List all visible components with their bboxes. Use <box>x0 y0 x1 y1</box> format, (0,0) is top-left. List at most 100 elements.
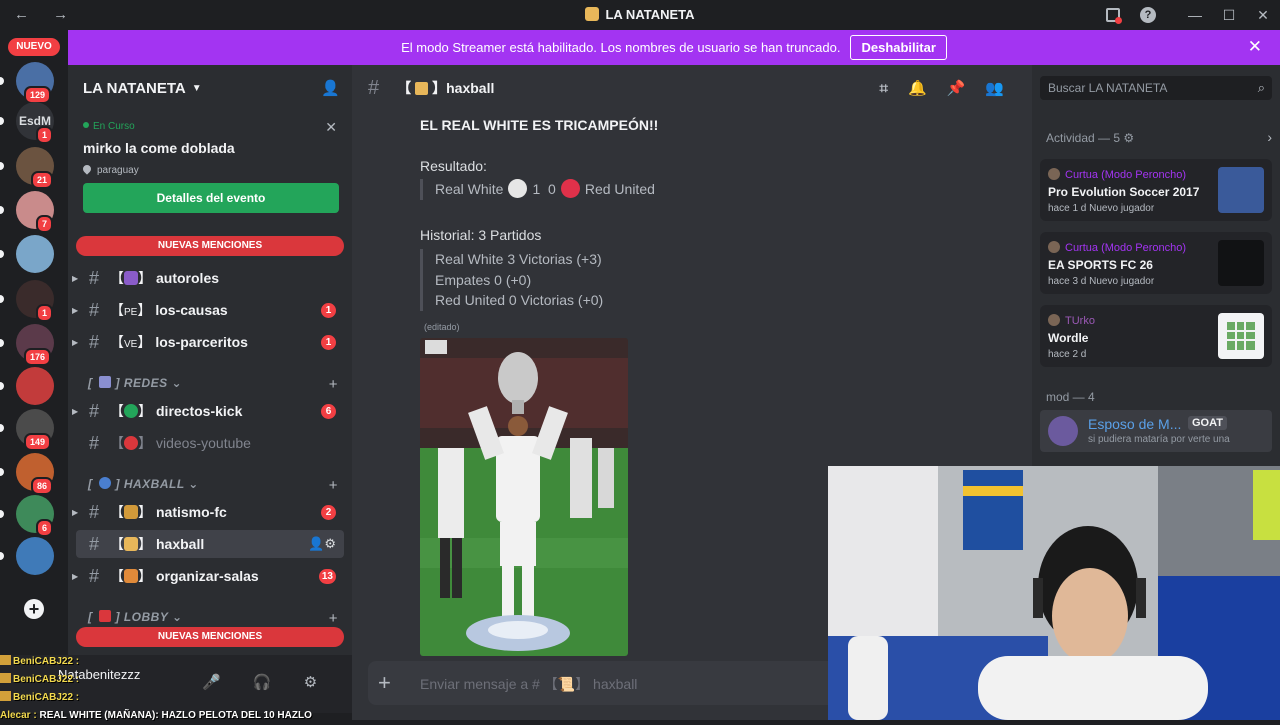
channel-emoji-icon: 【】 <box>110 270 152 286</box>
activity-card[interactable]: TUrko Wordle hace 2 d <box>1040 305 1272 367</box>
title-bar: ← → LA NATANETA ? — ☐ ✕ <box>0 0 1280 30</box>
add-server-icon[interactable]: + <box>24 599 44 619</box>
unread-pill <box>0 295 4 303</box>
category-redes[interactable]: [] REDES ⌄ + <box>88 376 344 396</box>
hash-icon: # <box>88 267 99 288</box>
category-emoji-icon <box>98 477 111 489</box>
server-logo-icon <box>585 7 600 21</box>
score-a: 1 <box>532 181 541 197</box>
activity-header[interactable]: Actividad — 5 ⚙ › <box>1046 129 1272 145</box>
wordle-grid-icon <box>1227 322 1255 350</box>
unread-pill <box>0 468 4 476</box>
user-avatar <box>1048 241 1060 253</box>
channel-autoroles[interactable]: ▶ # 【】 autoroles <box>72 264 344 292</box>
gear-icon[interactable]: ⚙ <box>1123 131 1134 145</box>
chat-badge-icon <box>0 655 11 665</box>
search-icon: ⌕ <box>1257 80 1265 95</box>
channel-name: videos-youtube <box>156 435 251 451</box>
channel-title: haxball <box>446 80 495 96</box>
member-item[interactable]: Esposo de M... GOAT si pudiera mataría p… <box>1040 410 1272 452</box>
channel-emoji-icon: 【】 <box>110 568 152 584</box>
user-avatar <box>1048 314 1060 326</box>
composer-placeholder[interactable]: Enviar mensaje a # 【📜】 haxball <box>420 674 637 694</box>
add-channel-icon[interactable]: + <box>329 376 338 393</box>
close-banner-icon[interactable]: ✕ <box>1248 37 1262 57</box>
window-title: LA NATANETA <box>0 7 1280 22</box>
hash-icon: # <box>88 533 99 554</box>
new-badge[interactable]: NUEVO <box>8 38 60 56</box>
red-ball-icon <box>560 179 580 198</box>
collapse-arrow-icon: ▶ <box>72 507 79 517</box>
server-icon[interactable] <box>16 235 54 273</box>
category-haxball[interactable]: [] HAXBALL ⌄ + <box>88 477 344 497</box>
activity-user-name: Curtua (Modo Peroncho) <box>1065 242 1187 254</box>
help-icon[interactable]: ? <box>1140 7 1156 23</box>
activity-card[interactable]: Curtua (Modo Peroncho) Pro Evolution Soc… <box>1040 159 1272 221</box>
activity-card[interactable]: Curtua (Modo Peroncho) EA SPORTS FC 26 h… <box>1040 232 1272 294</box>
channel-emoji-icon: 【】 <box>110 403 152 419</box>
new-mentions-pill-bottom[interactable]: NUEVAS MENCIONES <box>76 627 344 647</box>
result-label: Resultado: <box>420 158 487 174</box>
minimize-button[interactable]: — <box>1178 7 1212 23</box>
channel-los-causas[interactable]: ▶ # 【PE】 los-causas 1 <box>72 296 344 324</box>
header-tools-icons[interactable]: ⌗🔔📌👥 <box>880 79 1024 97</box>
activity-title: Actividad — 5 <box>1046 131 1121 145</box>
banner-text: El modo Streamer está habilitado. Los no… <box>401 40 841 55</box>
channel-videos-youtube[interactable]: # 【】 videos-youtube <box>76 429 344 457</box>
channel-settings-icons[interactable]: 👤⚙ <box>308 536 336 552</box>
chat-user: BeniCABJ22 : <box>13 674 80 685</box>
hash-icon: # <box>88 299 99 320</box>
streamer-mode-banner: El modo Streamer está habilitado. Los no… <box>68 30 1280 65</box>
close-window-button[interactable]: ✕ <box>1246 7 1280 24</box>
category-name: HAXBALL <box>123 477 185 491</box>
channel-haxball[interactable]: # 【】 haxball 👤⚙ <box>76 530 344 558</box>
channel-natismo-fc[interactable]: ▶ # 【】 natismo-fc 2 <box>72 498 344 526</box>
trophy-photo[interactable] <box>420 338 628 656</box>
trophy-photo-art <box>420 338 628 656</box>
maximize-button[interactable]: ☐ <box>1212 7 1246 24</box>
hash-icon: # <box>88 565 99 586</box>
channel-name: autoroles <box>156 270 220 286</box>
edited-tag: (editado) <box>424 322 460 332</box>
unread-badge: 2 <box>321 505 336 520</box>
invite-people-icon[interactable]: 👤 <box>321 79 340 97</box>
hash-icon: # <box>368 76 380 99</box>
history-line: Real White 3 Victorias (+3) <box>435 251 602 267</box>
channel-header: # 【】 haxball ⌗🔔📌👥 <box>352 65 1032 111</box>
server-icon[interactable] <box>16 367 54 405</box>
event-location: paraguay <box>81 163 339 176</box>
hash-icon: # <box>88 400 99 421</box>
search-input[interactable]: Buscar LA NATANETA ⌕ <box>1040 76 1272 100</box>
chevron-right-icon[interactable]: › <box>1267 129 1272 145</box>
search-placeholder: Buscar LA NATANETA <box>1048 81 1168 95</box>
result-quote: Real White 1 0 Red United <box>420 179 655 200</box>
server-icon[interactable] <box>16 537 54 575</box>
channel-emoji-icon: 【VE】 <box>110 334 152 350</box>
channel-organizar-salas[interactable]: ▶ # 【】 organizar-salas 13 <box>72 562 344 590</box>
event-location-text: paraguay <box>97 165 139 176</box>
wordle-thumbnail <box>1218 313 1264 359</box>
channel-directos-kick[interactable]: ▶ # 【】 directos-kick 6 <box>72 397 344 425</box>
add-channel-icon[interactable]: + <box>329 477 338 494</box>
attach-plus-icon[interactable]: + <box>378 670 391 696</box>
live-dot-icon <box>83 122 89 128</box>
disable-streamer-button[interactable]: Deshabilitar <box>850 35 947 60</box>
unread-pill <box>0 552 4 560</box>
category-emoji-icon <box>98 376 111 388</box>
channel-los-parceritos[interactable]: ▶ # 【VE】 los-parceritos 1 <box>72 328 344 356</box>
channel-emoji-icon: 【】 <box>110 504 152 520</box>
unread-pill <box>0 510 4 518</box>
inbox-icon[interactable] <box>1106 8 1122 24</box>
new-mentions-pill[interactable]: NUEVAS MENCIONES <box>76 236 344 256</box>
unread-badge: 1 <box>321 335 336 350</box>
guild-header[interactable]: LA NATANETA ▼ 👤 <box>68 65 352 111</box>
webcam-overlay <box>828 466 1280 720</box>
channel-emoji-icon: 【PE】 <box>110 302 152 318</box>
game-thumbnail <box>1218 167 1264 213</box>
add-channel-icon[interactable]: + <box>329 610 338 627</box>
chat-user: BeniCABJ22 : <box>13 692 80 703</box>
event-card: En Curso ✕ mirko la come doblada paragua… <box>81 119 339 213</box>
avatar <box>1048 416 1078 446</box>
event-details-button[interactable]: Detalles del evento <box>83 183 339 213</box>
close-event-icon[interactable]: ✕ <box>325 119 337 136</box>
